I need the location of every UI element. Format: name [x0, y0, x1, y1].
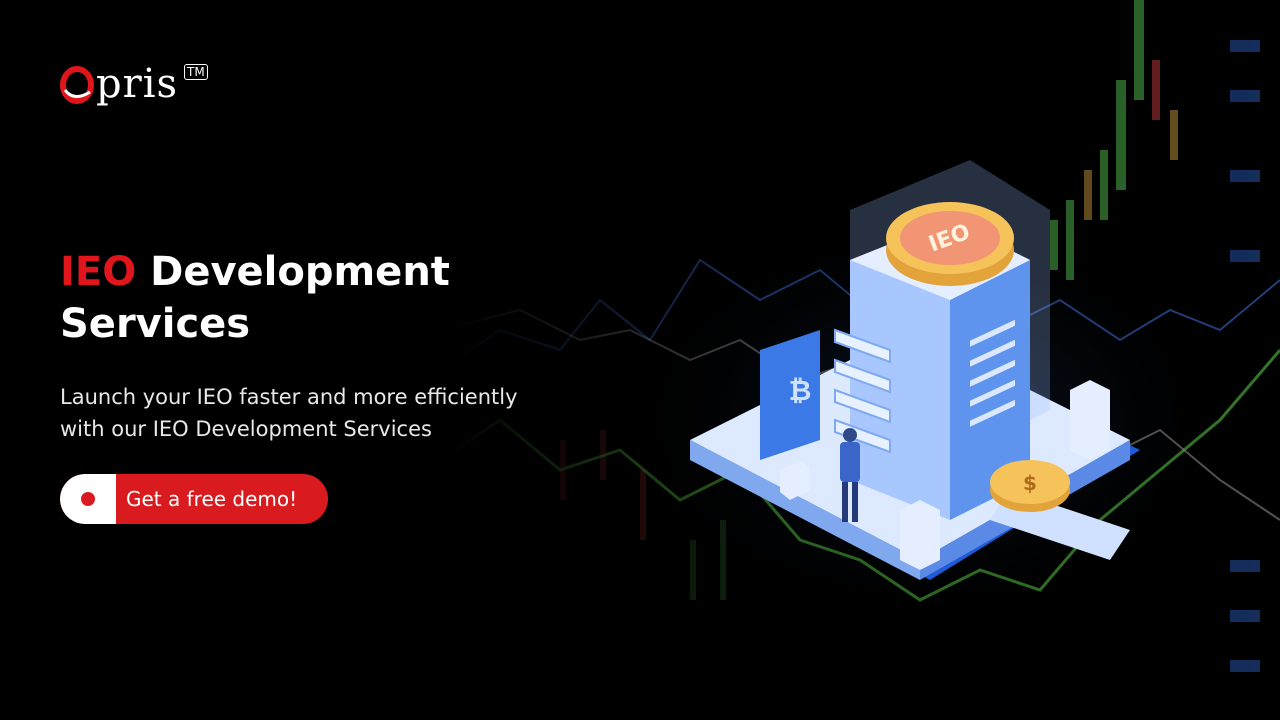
page-title: IEO Development Services — [60, 246, 580, 350]
title-line2: Services — [60, 301, 251, 347]
ieo-building-illustration: ₿ IEO $ — [690, 160, 1140, 580]
trademark-badge: TM — [184, 64, 208, 80]
cta-label: Get a free demo! — [126, 487, 298, 511]
dollar-coin-icon: $ — [1023, 471, 1037, 495]
logo-o-mark — [60, 66, 94, 104]
record-dot-icon — [81, 492, 95, 506]
hero-subtitle: Launch your IEO faster and more efficien… — [60, 381, 620, 445]
logo-wordmark: pris — [96, 61, 179, 107]
cta-dot-area — [60, 474, 116, 524]
free-demo-button[interactable]: Get a free demo! — [60, 474, 328, 524]
title-rest: Development — [136, 249, 450, 295]
bitcoin-icon: ₿ — [789, 374, 812, 407]
subtitle-line1: Launch your IEO faster and more efficien… — [60, 385, 518, 409]
subtitle-line2: with our IEO Development Services — [60, 417, 432, 441]
title-accent: IEO — [60, 249, 137, 295]
opris-logo[interactable]: pris TM — [60, 62, 208, 106]
